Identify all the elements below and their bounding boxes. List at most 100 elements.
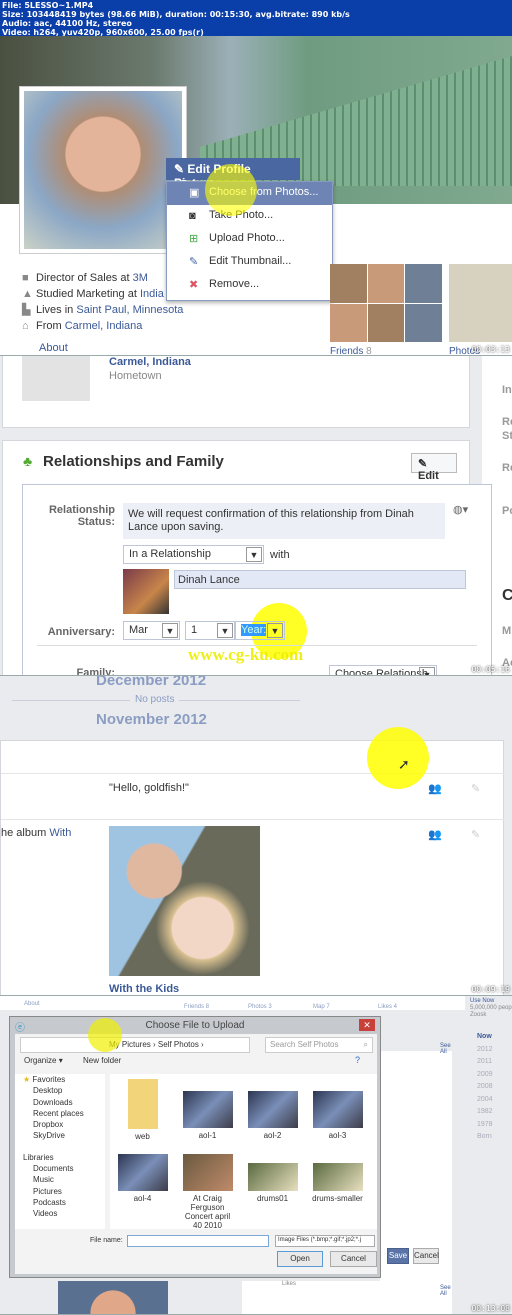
info-link[interactable]: Carmel, Indiana (65, 320, 143, 332)
audience-friends-icon[interactable]: 👥 (428, 828, 442, 841)
file-item[interactable]: web (115, 1079, 170, 1141)
timeline-year[interactable]: Now (477, 1031, 493, 1044)
friends-tiles[interactable] (330, 264, 442, 342)
nav-item[interactable]: SkyDrive (23, 1130, 105, 1141)
address-bar[interactable]: My Pictures › Self Photos › (20, 1037, 250, 1053)
save-button[interactable]: Save (387, 1248, 409, 1264)
open-button[interactable]: Open (277, 1251, 323, 1267)
city-icon: ▙ (22, 304, 31, 316)
friends-tab[interactable]: Friends 8 (330, 346, 372, 355)
relationship-status-select[interactable]: In a Relationship ▼ (123, 545, 264, 564)
anniversary-year-select[interactable]: Year: ▼ (235, 621, 285, 640)
see-all-link[interactable]: See All (440, 1043, 452, 1055)
nav-item[interactable]: Videos (23, 1208, 105, 1219)
file-item[interactable]: At Craig Ferguson Concert april 40 2010 (180, 1154, 235, 1230)
nav-item[interactable]: Recent places (23, 1108, 105, 1119)
photos-icon: ▣ (189, 187, 200, 199)
pencil-icon[interactable]: ✎ (471, 828, 480, 841)
info-link[interactable]: 3M (133, 272, 148, 284)
organize-button[interactable]: Organize ▾ (24, 1056, 63, 1065)
timeline-year[interactable]: 2012 (477, 1044, 493, 1057)
privacy-globe-icon[interactable]: ◍▾ (453, 503, 468, 516)
frame-profile-picture-menu: ✎ Edit Profile Picture ▣Choose from Phot… (0, 36, 512, 356)
divider (37, 645, 477, 646)
profile-picture[interactable] (19, 86, 187, 254)
anniversary-month-select[interactable]: Mar ▼ (123, 621, 180, 640)
relationship-status-label: Relationship Status: (48, 504, 115, 528)
tab-photos[interactable]: Photos 3 (248, 1004, 272, 1010)
album-photo[interactable] (109, 826, 260, 976)
pencil-icon[interactable]: ✎ (471, 782, 480, 795)
nav-item[interactable]: Music (23, 1174, 105, 1185)
close-button[interactable]: ✕ (359, 1019, 375, 1031)
tab-friends[interactable]: Friends 8 (184, 1004, 209, 1010)
nav-item[interactable]: Dropbox (23, 1119, 105, 1130)
file-item[interactable]: drums01 (245, 1163, 300, 1203)
map-thumbnail[interactable] (22, 356, 90, 401)
new-folder-button[interactable]: New folder (83, 1056, 121, 1065)
file-item[interactable]: aol-1 (180, 1091, 235, 1140)
audience-friends-icon[interactable]: 👥 (428, 782, 442, 795)
photos-tile[interactable] (449, 264, 512, 342)
timeline-year[interactable]: 1982 (477, 1106, 493, 1119)
hometown-link[interactable]: Carmel, Indiana (109, 356, 191, 368)
info-link[interactable]: Saint Paul, Minnesota (76, 304, 183, 316)
edit-button[interactable]: ✎ Edit (411, 453, 457, 482)
cancel-button[interactable]: Cancel (413, 1248, 439, 1264)
nav-libraries[interactable]: Libraries (23, 1152, 105, 1163)
nav-item[interactable]: Documents (23, 1163, 105, 1174)
cancel-button[interactable]: Cancel (330, 1251, 377, 1267)
intro-info: ■ Director of Sales at 3M ▲ Studied Market… (22, 270, 183, 334)
file-thumbnail (247, 1163, 298, 1191)
menu-item-take-photo[interactable]: ◙ Take Photo... (167, 205, 332, 228)
frame-file-upload-dialog: About Friends 8 Photos 3 Map 7 Likes 4 U… (0, 996, 512, 1315)
file-item[interactable]: aol-2 (245, 1091, 300, 1140)
menu-item-edit-thumbnail[interactable]: ✎ Edit Thumbnail... (167, 251, 332, 274)
menu-item-remove[interactable]: ✖ Remove... (167, 274, 332, 297)
timeline-year[interactable]: 2004 (477, 1094, 493, 1107)
timeline-year[interactable]: 1978 (477, 1119, 493, 1132)
choose-relationship-select[interactable]: Choose Relationsh ▼ (329, 665, 437, 675)
help-icon[interactable]: ? (355, 1055, 360, 1065)
timeline-year[interactable]: Born (477, 1131, 493, 1144)
file-type-select[interactable]: Image Files (*.bmp;*.gif;*.jp2;*.j (275, 1235, 375, 1247)
see-all-link[interactable]: See All (440, 1285, 452, 1297)
timeline-year[interactable]: 2009 (477, 1069, 493, 1082)
sidebar-ad[interactable]: Use Now 5,000,000 peop Zoosk (470, 998, 512, 1019)
anniversary-day-select[interactable]: 1 ▼ (185, 621, 235, 640)
tab-map[interactable]: Map 7 (313, 1004, 330, 1010)
info-education: ▲ Studied Marketing at India (22, 286, 183, 302)
info-link[interactable]: India (140, 288, 164, 300)
nav-item[interactable]: Pictures (23, 1186, 105, 1197)
tab-about[interactable]: About (24, 1001, 40, 1007)
nav-item[interactable]: Desktop (23, 1085, 105, 1096)
activity-list: "Hello, goldfish!" 👥 ✎ he album With 👥 ✎… (0, 740, 505, 995)
family-label: Family: (76, 667, 115, 676)
timeline-year[interactable]: 2011 (477, 1056, 493, 1069)
search-input[interactable]: Search Self Photos ⌕ (265, 1037, 373, 1053)
album-title-link[interactable]: With the Kids (109, 983, 179, 995)
album-text-pre: he album (1, 827, 50, 839)
file-label: drums-smaller (312, 1194, 363, 1203)
menu-item-label: Upload Photo... (209, 232, 285, 244)
about-tab[interactable]: About (39, 342, 68, 354)
partner-input[interactable]: Dinah Lance (174, 570, 466, 589)
tab-likes[interactable]: Likes 4 (378, 1004, 397, 1010)
file-name-input[interactable] (127, 1235, 269, 1247)
file-item[interactable]: drums-smaller (310, 1163, 365, 1203)
nav-item[interactable]: Podcasts (23, 1197, 105, 1208)
menu-item-upload-photo[interactable]: ⊞ Upload Photo... (167, 228, 332, 251)
month-heading: December 2012 (96, 676, 207, 689)
file-item[interactable]: aol-3 (310, 1091, 365, 1140)
nav-favorites[interactable]: ★ Favorites (23, 1074, 105, 1085)
file-item[interactable]: aol-4 (115, 1154, 170, 1203)
timeline-year[interactable]: 2008 (477, 1081, 493, 1094)
search-placeholder: Search Self Photos (270, 1040, 339, 1049)
timestamp: 00:05:16 (471, 665, 510, 674)
album-link[interactable]: With (49, 827, 71, 839)
nav-item[interactable]: Downloads (23, 1097, 105, 1108)
edit-label: Edit (418, 470, 439, 482)
anniversary-label: Anniversary: (47, 626, 115, 638)
camera-icon: ◙ (189, 210, 196, 222)
path-segment[interactable]: Self Photos (158, 1040, 199, 1049)
